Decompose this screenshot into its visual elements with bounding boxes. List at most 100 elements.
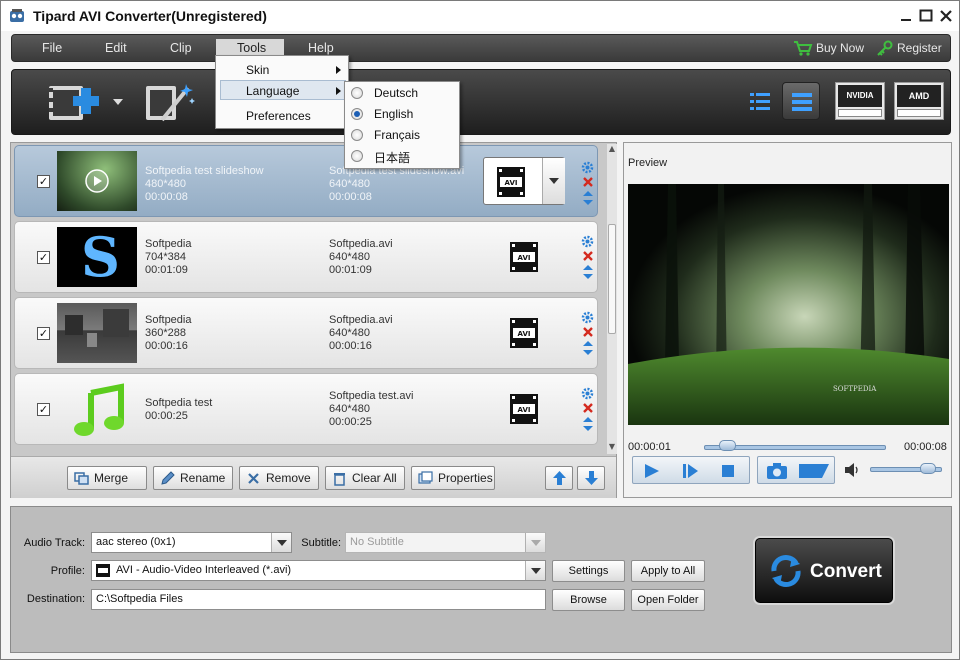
row-checkbox[interactable]: ✓: [37, 251, 50, 264]
file-list: ▲ ▼ ✓ Softpedia test slideshow 480*480 0…: [10, 142, 617, 498]
stop-icon[interactable]: [721, 464, 735, 478]
avi-film-icon: AVI: [497, 167, 525, 197]
output-duration: 00:00:25: [329, 416, 372, 428]
delete-icon[interactable]: [582, 250, 594, 262]
lang-option-francais[interactable]: Français: [374, 128, 420, 142]
gear-icon[interactable]: [581, 387, 594, 400]
lang-option-japanese[interactable]: 日本語: [374, 149, 410, 166]
table-row[interactable]: ✓ Softpedia test slideshow 480*480 00:00…: [14, 145, 598, 217]
menu-file[interactable]: File: [42, 41, 62, 55]
amd-badge[interactable]: AMD: [894, 82, 944, 120]
maximize-icon[interactable]: [917, 7, 935, 25]
output-format-select[interactable]: AVI: [483, 157, 565, 205]
convert-button[interactable]: Convert: [755, 538, 893, 603]
radio-francais[interactable]: [351, 129, 363, 141]
gear-icon[interactable]: [581, 235, 594, 248]
row-checkbox[interactable]: ✓: [37, 403, 50, 416]
open-folder-button[interactable]: Open Folder: [631, 589, 705, 611]
source-duration: 00:01:09: [145, 264, 188, 276]
close-icon[interactable]: [937, 7, 955, 25]
audio-track-select[interactable]: aac stereo (0x1): [91, 532, 292, 553]
delete-icon[interactable]: [582, 176, 594, 188]
menu-edit[interactable]: Edit: [105, 41, 127, 55]
gear-icon[interactable]: [581, 161, 594, 174]
table-row[interactable]: ✓ Softpedia test 00:00:25 Softpedia test…: [14, 373, 598, 445]
radio-english[interactable]: [351, 108, 363, 120]
menu-clip[interactable]: Clip: [170, 41, 192, 55]
lang-option-deutsch[interactable]: Deutsch: [374, 86, 418, 100]
title-bar: Tipard AVI Converter(Unregistered): [1, 1, 959, 31]
volume-icon[interactable]: [844, 462, 860, 478]
properties-button[interactable]: Properties: [411, 466, 495, 490]
settings-button[interactable]: Settings: [552, 560, 625, 582]
merge-icon: [74, 472, 89, 485]
browse-button[interactable]: Browse: [552, 589, 625, 611]
reorder-icon[interactable]: [582, 264, 594, 280]
seek-thumb[interactable]: [718, 440, 736, 451]
list-view-icon[interactable]: [749, 90, 771, 112]
reorder-icon[interactable]: [582, 190, 594, 206]
key-icon[interactable]: [876, 40, 893, 57]
source-name: Softpedia test: [145, 397, 213, 409]
menu-tools[interactable]: Tools: [237, 41, 266, 55]
chevron-down-icon: [549, 178, 559, 184]
menu-item-preferences[interactable]: Preferences: [246, 109, 311, 123]
output-name: Softpedia.avi: [329, 238, 393, 250]
edit-video-icon[interactable]: [142, 80, 198, 126]
svg-text:AVI: AVI: [518, 330, 531, 338]
add-file-dropdown-icon[interactable]: [112, 98, 124, 106]
reorder-icon[interactable]: [582, 340, 594, 356]
reorder-icon[interactable]: [582, 416, 594, 432]
camera-icon[interactable]: [766, 462, 788, 480]
radio-japanese[interactable]: [351, 150, 363, 162]
destination-input[interactable]: C:\Softpedia Files: [91, 589, 546, 610]
volume-thumb[interactable]: [920, 463, 937, 474]
video-canvas[interactable]: SOFTPEDIA: [628, 184, 949, 425]
cart-icon[interactable]: [793, 40, 813, 57]
avi-film-icon[interactable]: AVI: [507, 316, 541, 350]
buy-now-link[interactable]: Buy Now: [816, 41, 864, 55]
table-row[interactable]: ✓ S Softpedia 704*384 00:01:09 Softpedia…: [14, 221, 598, 293]
play-icon[interactable]: [643, 463, 661, 479]
radio-deutsch[interactable]: [351, 87, 363, 99]
row-thumbnail: [57, 303, 137, 363]
detail-view-button[interactable]: [782, 82, 820, 120]
move-up-button[interactable]: [545, 466, 573, 490]
source-name: Softpedia: [145, 314, 192, 326]
list-scrollbar[interactable]: ▲ ▼: [607, 144, 617, 454]
snapshot-folder-icon[interactable]: [798, 462, 830, 480]
chevron-down-icon: [525, 533, 545, 552]
menu-item-skin[interactable]: Skin: [246, 63, 269, 77]
pencil-icon: [161, 471, 175, 485]
avi-film-icon[interactable]: AVI: [507, 240, 541, 274]
remove-button[interactable]: Remove: [239, 466, 319, 490]
play-icon[interactable]: [85, 169, 109, 193]
music-note-icon: [74, 383, 124, 436]
next-frame-icon[interactable]: [681, 463, 699, 479]
delete-icon[interactable]: [582, 326, 594, 338]
clear-all-button[interactable]: Clear All: [325, 466, 405, 490]
minimize-icon[interactable]: [897, 7, 915, 25]
menu-help[interactable]: Help: [308, 41, 334, 55]
move-down-button[interactable]: [577, 466, 605, 490]
lang-option-english[interactable]: English: [374, 107, 413, 121]
add-file-icon[interactable]: [47, 80, 107, 126]
output-resolution: 640*480: [329, 403, 370, 415]
register-link[interactable]: Register: [897, 41, 942, 55]
avi-film-icon[interactable]: AVI: [507, 392, 541, 426]
apply-to-all-button[interactable]: Apply to All: [631, 560, 705, 582]
table-row[interactable]: ✓ Softpedia 360*288 00:00:16 Softpedia.a…: [14, 297, 598, 369]
profile-select[interactable]: AVI - Audio-Video Interleaved (*.avi): [91, 560, 546, 581]
merge-button[interactable]: Merge: [67, 466, 147, 490]
gear-icon[interactable]: [581, 311, 594, 324]
subtitle-select[interactable]: No Subtitle: [345, 532, 546, 553]
rename-button[interactable]: Rename: [153, 466, 233, 490]
row-checkbox[interactable]: ✓: [37, 175, 50, 188]
delete-icon[interactable]: [582, 402, 594, 414]
nvidia-badge[interactable]: NVIDIA: [835, 82, 885, 120]
list-scroll-thumb[interactable]: [608, 224, 616, 334]
menu-item-language[interactable]: Language: [246, 84, 299, 98]
row-checkbox[interactable]: ✓: [37, 327, 50, 340]
format-dropdown-arrow[interactable]: [542, 158, 565, 204]
thumb-s-glyph: S: [81, 227, 120, 287]
